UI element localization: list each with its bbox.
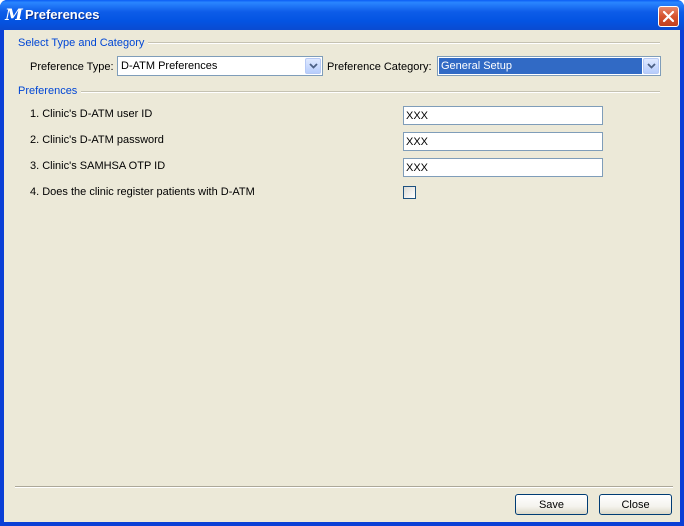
- window-title: Preferences: [25, 7, 100, 22]
- group-label-preferences: Preferences: [18, 85, 82, 97]
- bottom-divider: [15, 486, 673, 488]
- pref-label-otp-id: 3. Clinic's SAMHSA OTP ID: [30, 160, 166, 172]
- window-close-button[interactable]: [658, 6, 679, 27]
- pref-field-user-id[interactable]: [403, 106, 603, 125]
- preference-category-select[interactable]: General Setup: [437, 56, 661, 76]
- pref-label-register-patients: 4. Does the clinic register patients wit…: [30, 186, 255, 198]
- pref-label-user-id: 1. Clinic's D-ATM user ID: [30, 108, 153, 120]
- chevron-down-icon: [647, 63, 656, 69]
- close-icon: [662, 10, 675, 23]
- preference-type-select[interactable]: D-ATM Preferences: [117, 56, 323, 76]
- title-bar[interactable]: M Preferences: [0, 0, 684, 30]
- otp-id-input[interactable]: [404, 159, 602, 176]
- app-logo-icon: M: [5, 5, 23, 24]
- preference-category-label: Preference Category:: [327, 61, 432, 73]
- chevron-down-icon: [309, 63, 318, 69]
- preference-category-dropdown-button[interactable]: [643, 58, 659, 74]
- user-id-input[interactable]: [404, 107, 602, 124]
- pref-field-otp-id[interactable]: [403, 158, 603, 177]
- preferences-window: M Preferences Select Type and Category P…: [0, 0, 684, 526]
- preference-type-value: D-ATM Preferences: [121, 60, 218, 72]
- group-divider-preferences: [80, 91, 660, 93]
- preference-category-value: General Setup: [439, 58, 642, 74]
- client-area: Select Type and Category Preference Type…: [4, 30, 680, 522]
- preference-type-label: Preference Type:: [30, 61, 114, 73]
- close-button[interactable]: Close: [599, 494, 672, 515]
- pref-label-password: 2. Clinic's D-ATM password: [30, 134, 164, 146]
- group-label-type-category: Select Type and Category: [18, 37, 149, 49]
- preference-type-dropdown-button[interactable]: [305, 58, 321, 74]
- password-input[interactable]: [404, 133, 602, 150]
- pref-field-password[interactable]: [403, 132, 603, 151]
- group-divider-type: [139, 42, 660, 44]
- save-button[interactable]: Save: [515, 494, 588, 515]
- register-patients-checkbox[interactable]: [403, 186, 416, 199]
